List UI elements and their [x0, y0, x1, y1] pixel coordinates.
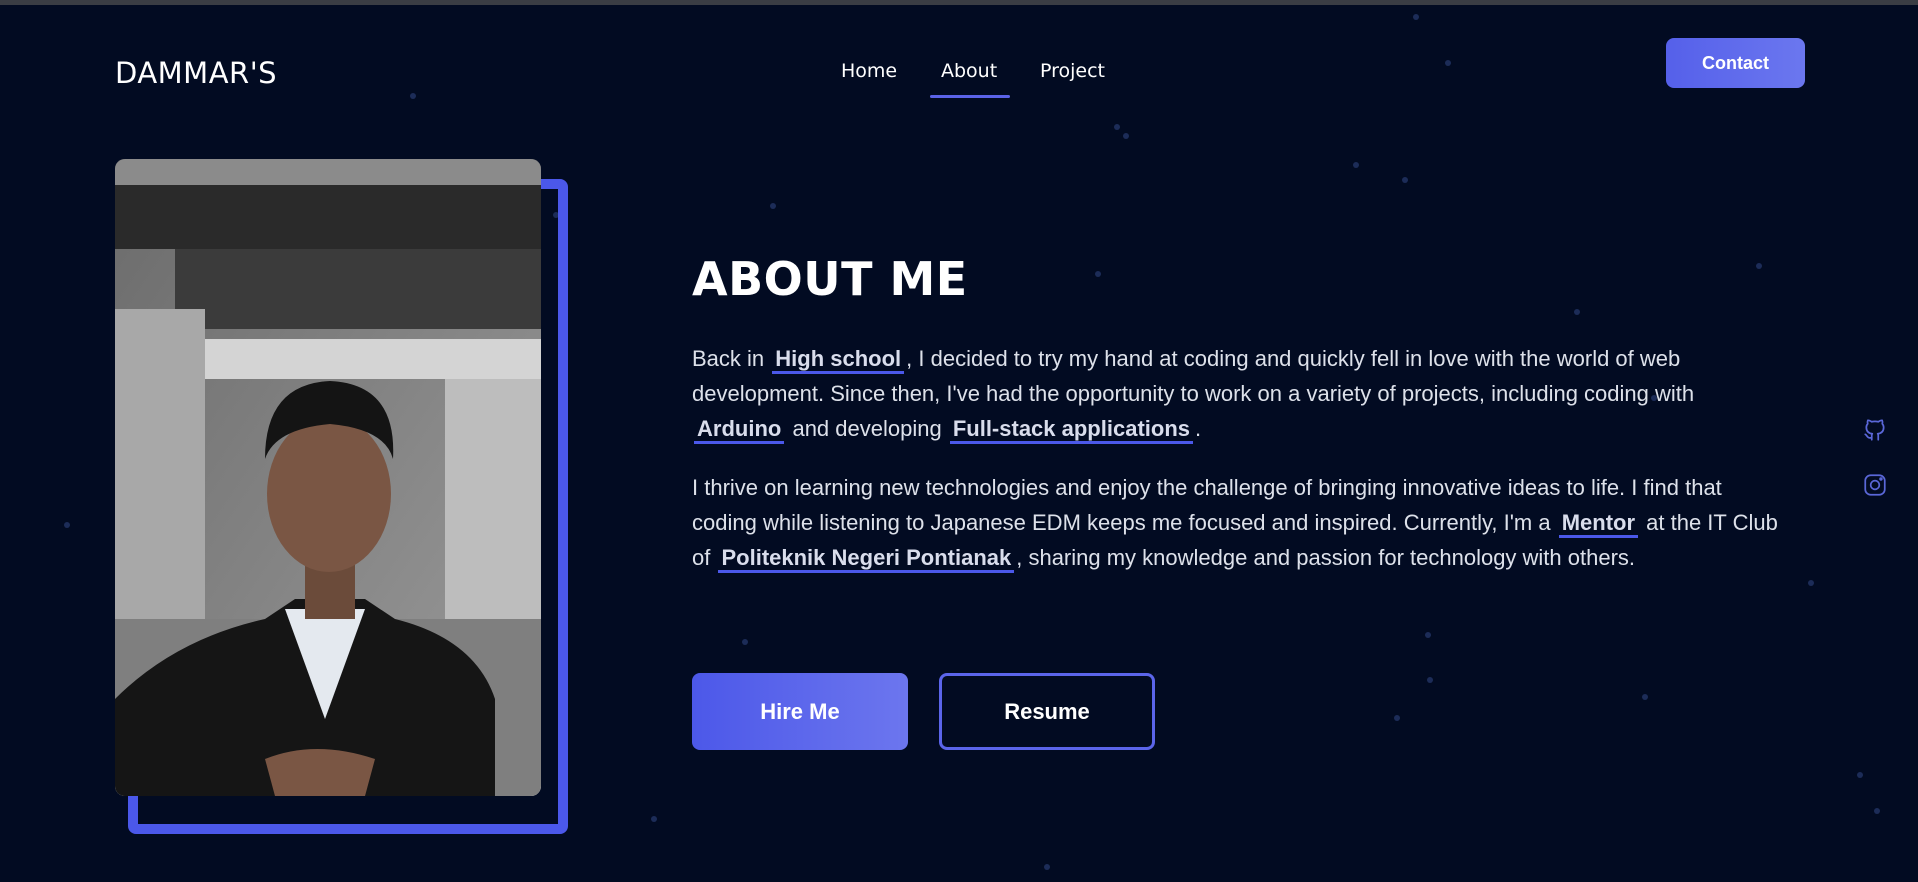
- nav-link-home[interactable]: Home: [841, 60, 897, 82]
- profile-photo-illustration: [115, 159, 541, 796]
- para1-text-3: and developing: [792, 416, 942, 441]
- github-icon[interactable]: [1862, 417, 1888, 443]
- resume-button[interactable]: Resume: [939, 673, 1155, 750]
- highlight-polnep: Politeknik Negeri Pontianak: [718, 545, 1015, 573]
- instagram-icon[interactable]: [1862, 472, 1888, 498]
- highlight-high-school: High school: [772, 346, 905, 374]
- highlight-arduino: Arduino: [694, 416, 785, 444]
- nav-link-project[interactable]: Project: [1040, 60, 1105, 82]
- highlight-full-stack: Full-stack applications: [949, 416, 1193, 444]
- contact-button[interactable]: Contact: [1666, 38, 1805, 88]
- about-title: ABOUT ME: [692, 252, 968, 306]
- para1-text-4: .: [1195, 416, 1202, 441]
- browser-top-edge: [0, 0, 1918, 5]
- profile-photo: [115, 159, 541, 796]
- highlight-mentor: Mentor: [1558, 510, 1639, 538]
- para1-text-1: Back in: [692, 346, 765, 371]
- nav-link-about[interactable]: About: [941, 60, 997, 82]
- hire-me-button[interactable]: Hire Me: [692, 673, 908, 750]
- active-nav-indicator: [930, 95, 1010, 98]
- about-paragraph-1: Back in High school, I decided to try my…: [692, 341, 1782, 446]
- site-logo[interactable]: DAMMAR'S: [115, 56, 277, 90]
- para2-text-3: , sharing my knowledge and passion for t…: [1016, 545, 1636, 570]
- about-paragraph-2: I thrive on learning new technologies an…: [692, 470, 1782, 575]
